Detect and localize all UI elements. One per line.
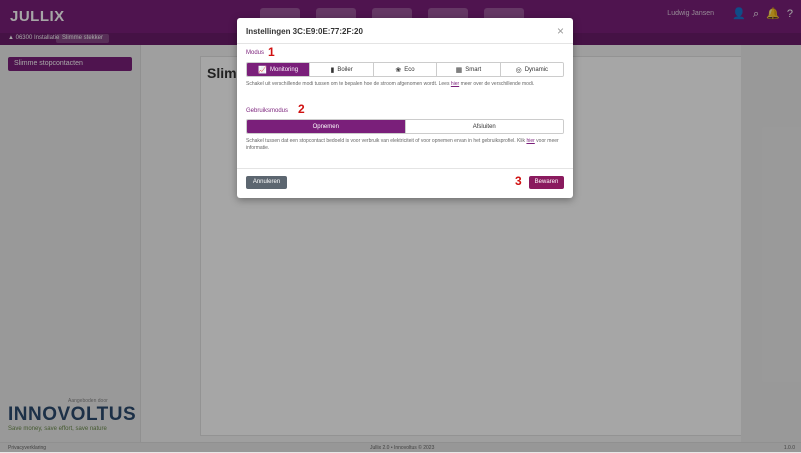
modus-option-monitoring[interactable]: 📈 Monitoring [247, 63, 310, 76]
save-button[interactable]: Bewaren [529, 176, 564, 189]
calendar-icon: ▦ [455, 66, 463, 74]
settings-modal: Instellingen 3C:E9:0E:77:2F:20 × Modus 1… [237, 18, 573, 198]
option-label: Smart [465, 66, 482, 73]
chart-icon: 📈 [258, 66, 268, 74]
usage-option-opnemen[interactable]: Opnemen [247, 120, 405, 133]
annotation-2: 2 [298, 102, 305, 116]
help-text: Schakel tussen dat een stopcontact bedoe… [246, 138, 526, 144]
modus-selector: 📈 Monitoring ▮ Boiler ❀ Eco ▦ Smart ◎ Dynamic [246, 62, 564, 77]
modus-option-boiler[interactable]: ▮ Boiler [309, 63, 373, 76]
modus-help-text: Schakel uit verschillende modi tussen om… [246, 81, 564, 88]
modus-help-link[interactable]: hier [451, 81, 459, 87]
dynamic-icon: ◎ [515, 66, 522, 74]
option-label: Dynamic [524, 66, 549, 73]
modus-option-smart[interactable]: ▦ Smart [436, 63, 500, 76]
close-icon[interactable]: × [557, 24, 564, 38]
option-label: Monitoring [270, 66, 299, 73]
eco-icon: ❀ [395, 66, 402, 74]
modal-divider [237, 168, 573, 169]
cancel-button[interactable]: Annuleren [246, 176, 287, 189]
usage-help-link[interactable]: hier [526, 138, 534, 144]
modal-divider [237, 43, 573, 44]
help-text-suffix: meer over de verschillende modi. [460, 81, 535, 87]
modus-label: Modus [246, 50, 265, 56]
usage-mode-label: Gebruiksmodus [246, 108, 289, 114]
annotation-3: 3 [515, 174, 522, 188]
usage-help-text: Schakel tussen dat een stopcontact bedoe… [246, 138, 564, 152]
modus-option-dynamic[interactable]: ◎ Dynamic [499, 63, 563, 76]
usage-mode-selector: Opnemen Afsluiten [246, 119, 564, 134]
boiler-icon: ▮ [330, 66, 335, 74]
option-label: Eco [404, 66, 415, 73]
help-text: Schakel uit verschillende modi tussen om… [246, 81, 450, 87]
option-label: Boiler [337, 66, 353, 73]
modus-option-eco[interactable]: ❀ Eco [372, 63, 437, 76]
modal-title: Instellingen 3C:E9:0E:77:2F:20 [246, 27, 363, 36]
annotation-1: 1 [268, 45, 275, 59]
usage-option-afsluiten[interactable]: Afsluiten [404, 120, 563, 133]
